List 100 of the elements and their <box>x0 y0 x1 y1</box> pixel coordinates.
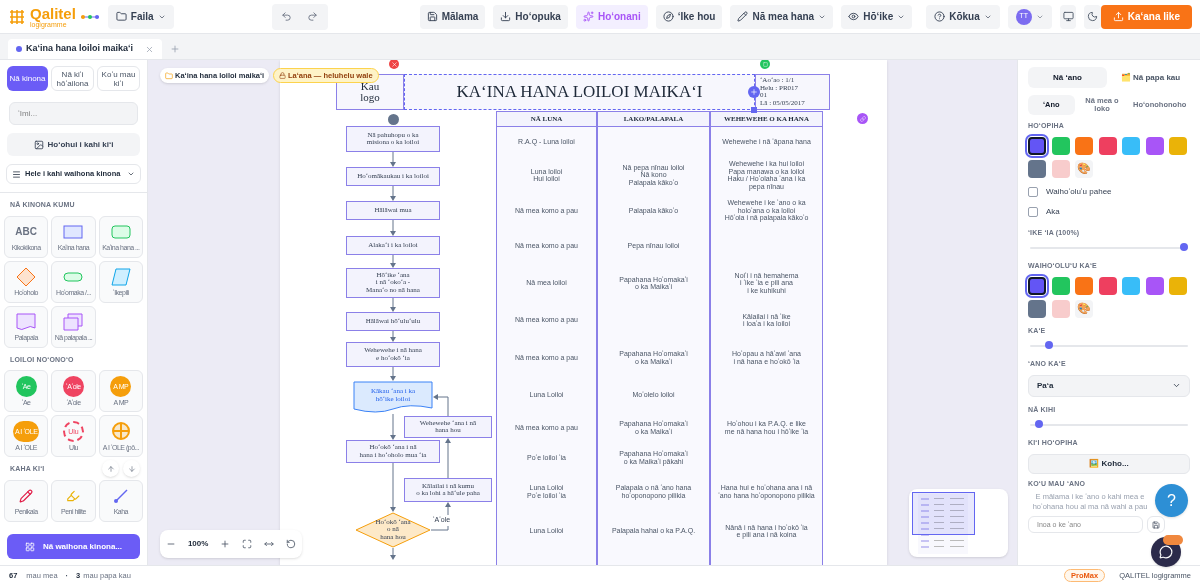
libraries-button[interactable]: Nā waihona kinona... <box>7 534 140 559</box>
panel-tab[interactable]: Koʻu mau kiʻi <box>97 66 140 91</box>
minimap[interactable] <box>909 489 1008 557</box>
connector-arrow <box>390 413 396 440</box>
rounded-rectangle-icon <box>110 224 131 239</box>
color-swatch[interactable] <box>1075 136 1094 155</box>
color-swatch[interactable] <box>1098 136 1117 155</box>
diamond-icon <box>16 266 37 287</box>
connector-arrow <box>390 547 396 560</box>
toolbar-button[interactable]: Hoʻonani <box>575 4 648 29</box>
help-menu[interactable]: Kōkua <box>926 4 1000 29</box>
slider[interactable] <box>1030 243 1188 253</box>
checkbox[interactable] <box>1028 186 1038 197</box>
checkbox-label: Waihoʻoluʻu pahee <box>1046 185 1112 198</box>
logo-placeholder-text: Kau logo <box>360 81 380 103</box>
zoom-level: 100% <box>187 538 209 550</box>
save-icon <box>1152 520 1160 529</box>
color-swatch[interactable] <box>1028 299 1046 318</box>
connector-arrow <box>390 219 396 236</box>
line-icon <box>113 488 128 503</box>
plus-icon <box>220 539 231 549</box>
highlighter-icon <box>66 488 81 503</box>
color-swatch[interactable] <box>1028 159 1046 178</box>
zoom-in-button[interactable] <box>220 539 231 549</box>
color-swatch[interactable] <box>1075 276 1094 295</box>
toolbar-button[interactable]: Hōʻike <box>841 4 913 29</box>
new-tab-icon[interactable] <box>170 44 181 54</box>
color-swatch[interactable] <box>1098 276 1117 295</box>
present-button[interactable] <box>1059 4 1077 29</box>
tile-glyph: ABC <box>15 225 37 239</box>
document-tab[interactable]: Kaʻina hana loiloi maikaʻi <box>8 39 163 59</box>
color-swatch[interactable] <box>1028 276 1046 295</box>
folder-icon <box>165 71 173 80</box>
connector-arrow <box>390 366 396 381</box>
connector-arrow <box>445 438 451 479</box>
share-button[interactable]: Kaʻana like <box>1100 4 1192 29</box>
toolbar-button[interactable]: Mālama <box>419 4 486 29</box>
slider[interactable] <box>1030 341 1188 351</box>
connector-arrow <box>390 254 396 268</box>
resize-handle-icon[interactable] <box>751 107 757 113</box>
menu-icon <box>12 169 21 179</box>
sparkle-icon <box>582 11 594 22</box>
pill-icon <box>63 271 84 282</box>
upload-icon <box>1112 11 1124 22</box>
fit-width-button[interactable] <box>264 539 275 549</box>
panel-tab[interactable]: Nā kiʻi hōʻailona <box>51 66 94 91</box>
fit-screen-button[interactable] <box>242 539 253 549</box>
custom-color-button[interactable]: 🎨 <box>1075 299 1094 318</box>
lock-icon <box>279 72 286 79</box>
color-swatch[interactable] <box>1028 136 1046 155</box>
custom-color-button[interactable]: 🎨 <box>1075 159 1094 178</box>
color-swatch[interactable] <box>1145 136 1164 155</box>
color-swatch[interactable] <box>1051 159 1070 178</box>
slider-thumb[interactable] <box>1045 341 1053 349</box>
connector-arrow <box>390 185 396 201</box>
slider[interactable] <box>1030 420 1188 430</box>
arrow-down-icon <box>127 464 136 473</box>
color-swatch[interactable] <box>1122 276 1141 295</box>
add-image-button[interactable]: Hoʻohui i kahi kiʻi <box>7 133 140 156</box>
color-swatch[interactable] <box>1169 136 1188 155</box>
color-swatch[interactable] <box>1051 299 1070 318</box>
link-handle-icon[interactable] <box>857 113 868 124</box>
color-swatch[interactable] <box>1145 276 1164 295</box>
reset-icon <box>286 539 297 549</box>
pencil-icon <box>737 11 749 22</box>
save-icon <box>426 11 438 22</box>
toolbar-button[interactable]: ʻIke hou <box>655 4 723 29</box>
tab-label: Kaʻina hana loiloi maikaʻi <box>26 42 134 56</box>
panel-tab[interactable]: 🗂 Nā papa kau <box>1111 67 1190 88</box>
color-swatch[interactable] <box>1051 136 1070 155</box>
grid-icon <box>24 541 35 552</box>
slider-thumb[interactable] <box>1180 243 1188 251</box>
documents-icon <box>63 312 84 331</box>
panel-tab[interactable]: Nā ʻano <box>1028 67 1107 88</box>
color-swatch[interactable] <box>1122 136 1141 155</box>
connector-arrow <box>390 462 396 512</box>
connector-arrow <box>433 394 449 417</box>
toolbar-button[interactable]: Nā mea hana <box>730 4 834 29</box>
notification-badge <box>1163 535 1183 545</box>
choose-image-button[interactable]: 🖼 Koho... <box>1028 453 1190 474</box>
toolbar-button[interactable]: Hoʻopuka <box>493 4 568 29</box>
close-icon[interactable] <box>145 44 155 54</box>
panel-tab[interactable]: Nā kinona <box>7 66 48 91</box>
rotate-handle-icon[interactable] <box>760 60 770 69</box>
border-style-select[interactable]: Paʻa <box>1028 374 1190 397</box>
dark-mode-button[interactable] <box>1084 4 1101 29</box>
delete-handle-icon[interactable] <box>389 60 399 69</box>
search-field[interactable]: ʻImi... <box>9 102 138 125</box>
moon-icon <box>1087 11 1098 22</box>
start-node-icon <box>388 114 399 125</box>
compass-icon <box>662 11 674 22</box>
checkbox[interactable] <box>1028 206 1038 217</box>
save-style-button[interactable] <box>1147 516 1165 533</box>
slider-thumb[interactable] <box>1034 420 1043 428</box>
color-swatch[interactable] <box>1169 276 1188 295</box>
file-menu[interactable]: Faila <box>107 4 174 29</box>
reset-view-button[interactable] <box>286 539 297 549</box>
parallelogram-icon <box>110 267 131 286</box>
color-swatch[interactable] <box>1051 276 1070 295</box>
connector-arrow <box>390 151 396 167</box>
